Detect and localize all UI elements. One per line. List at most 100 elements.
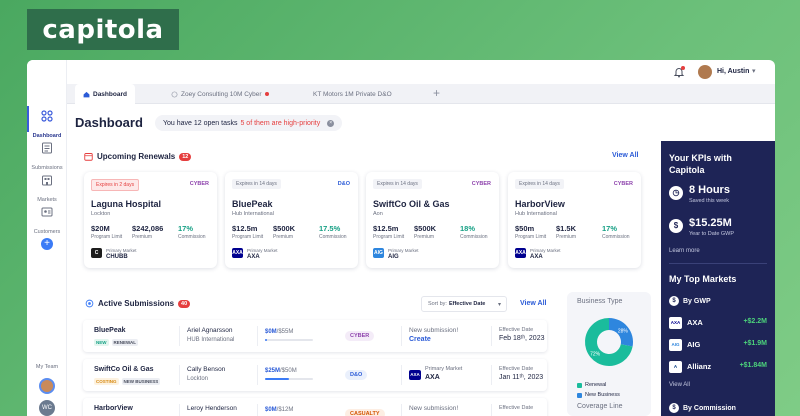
tab-zoey-consulting[interactable]: Zoey Consulting 10M Cyber [171, 84, 269, 104]
section-title-text: Active Submissions [98, 299, 175, 308]
tab-kt-motors[interactable]: KT Motors 1M Private D&O [313, 84, 392, 104]
document-list-icon [42, 142, 52, 154]
tab-label: Dashboard [93, 90, 127, 98]
line-tag: D&O [345, 370, 368, 380]
primary-market-name: AIG [388, 254, 399, 260]
business-badge: NEW BUSINESS [121, 378, 161, 385]
sort-value: Effective Date [448, 301, 486, 307]
line-tag: CYBER [189, 181, 209, 187]
market-row[interactable]: AIG AIG +$1.9M [669, 337, 767, 353]
sidebar-item-markets[interactable]: Markets [27, 174, 67, 206]
sidebar-item-submissions[interactable]: Submissions [27, 142, 67, 174]
gwp-value: $15.25M [689, 217, 732, 229]
create-link[interactable]: Create [409, 336, 431, 343]
calendar-icon [84, 153, 93, 161]
submissions-count-badge: 40 [178, 299, 191, 308]
donut-label-new-business: 72% [590, 351, 601, 357]
legend-renewal: Renewal [577, 382, 606, 388]
learn-more-link[interactable]: Learn more [669, 248, 700, 254]
market-name: AIG [687, 340, 701, 349]
market-logo: C [91, 248, 102, 258]
effective-date-value: Jan 11ᵗʰ, 2023 [499, 374, 544, 381]
submission-row[interactable]: SwiftCo Oil & Gas COSTING NEW BUSINESS Ca… [83, 359, 547, 391]
line-tag: CYBER [345, 331, 375, 341]
user-avatar[interactable] [698, 65, 712, 79]
close-icon[interactable]: × [327, 119, 335, 127]
hours-saved-label: Saved this week [689, 198, 730, 204]
contact-name: Ariel Agnarsson [187, 327, 233, 334]
market-row[interactable]: A Allianz +$1.84M [669, 359, 767, 375]
renewal-card[interactable]: Expires in 14 days CYBER SwiftCo Oil & G… [366, 172, 499, 268]
app-window: Dashboard Submissions Markets Customers … [27, 60, 775, 416]
commission: 17% Commission [602, 224, 630, 240]
dollar-icon: $ [669, 219, 683, 233]
limit-value: $0M/$55M [265, 329, 294, 335]
sidebar-item-label: Dashboard [32, 133, 62, 139]
sidebar-item-customers[interactable]: Customers [27, 206, 67, 238]
team-member-avatar[interactable]: WC [39, 400, 55, 416]
sidebar: Dashboard Submissions Markets Customers … [27, 60, 67, 416]
capitola-logo: capitola [27, 9, 179, 50]
add-button[interactable]: + [41, 238, 53, 250]
market-row[interactable]: AXA AXA +$2.2M [669, 315, 767, 331]
primary-market-label: Primary Market [388, 248, 419, 253]
coverage-line-title: Coverage Line [577, 403, 623, 410]
renewal-card[interactable]: Expires in 14 days D&O BluePeak Hub Inte… [225, 172, 358, 268]
dollar-icon: $ [669, 403, 679, 413]
chevron-down-icon[interactable]: ▾ [752, 67, 756, 75]
company-name: BluePeak [94, 327, 126, 334]
primary-market-label: Primary Market [247, 248, 278, 253]
market-logo: AXA [515, 248, 526, 258]
expiry-badge: Expires in 14 days [373, 179, 422, 189]
market-logo: AIG [373, 248, 384, 258]
building-icon [42, 175, 52, 186]
business-type-donut-chart: 28% 72% [585, 318, 633, 366]
tab-dashboard[interactable]: Dashboard [75, 84, 135, 104]
dashboard-icon [41, 110, 53, 122]
renewals-view-all-link[interactable]: View All [612, 152, 638, 159]
business-type-title: Business Type [577, 298, 623, 305]
submission-row[interactable]: HarborView Leroy Henderson $0M/$12M CASU… [83, 398, 547, 416]
status-label: New submission! [409, 327, 459, 334]
team-member-avatar[interactable] [39, 378, 55, 394]
kpi-title: Your KPIs with Capitola [669, 153, 732, 175]
expiry-badge: Expires in 14 days [232, 179, 281, 189]
premium: $500K Premium [273, 224, 296, 240]
broker-name: HUB International [187, 337, 235, 343]
submissions-view-all-link[interactable]: View All [520, 300, 546, 307]
renewal-card[interactable]: Expires in 14 days CYBER HarborView Hub … [508, 172, 641, 268]
expiry-badge: Expires in 14 days [515, 179, 564, 189]
sidebar-item-dashboard[interactable]: Dashboard [27, 110, 67, 142]
market-gwp-value: +$1.9M [743, 340, 767, 347]
broker-name: Lockton [187, 376, 209, 382]
sidebar-item-label: Markets [37, 197, 57, 203]
new-tab-button[interactable]: + [433, 86, 440, 100]
client-name: HarborView [515, 199, 565, 209]
legend-new-business: New Business [577, 392, 620, 398]
client-name: SwiftCo Oil & Gas [373, 199, 450, 209]
tasks-banner: You have 12 open tasks 5 of them are hig… [155, 115, 343, 131]
user-greeting[interactable]: Hi, Austin [717, 68, 749, 75]
effective-date-label: Effective Date [499, 366, 534, 372]
market-gwp-value: +$1.84M [739, 362, 767, 369]
tab-bar: Dashboard Zoey Consulting 10M Cyber KT M… [67, 84, 775, 104]
top-markets-title: My Top Markets [669, 274, 737, 284]
program-limit: $20M Program Limit [91, 224, 123, 240]
primary-market-label: Primary Market [425, 366, 463, 372]
by-gwp-heading: $ By GWP [669, 296, 711, 306]
unsaved-dot [264, 92, 269, 96]
limit-progress-bar [265, 339, 313, 341]
client-name: Laguna Hospital [91, 199, 162, 209]
submission-row[interactable]: BluePeak NEW RENEWAL Ariel Agnarsson HUB … [83, 320, 547, 352]
high-priority-link[interactable]: 5 of them are high-priority [240, 120, 320, 127]
primary-market-name: AXA [530, 254, 543, 260]
kpi-panel: Your KPIs with Capitola ◷ 8 Hours Saved … [661, 141, 775, 416]
broker-name: Hub International [515, 211, 557, 217]
sort-dropdown[interactable]: Sort by: Effective Date ▾ [421, 296, 507, 312]
markets-view-all-link[interactable]: View All [669, 382, 690, 388]
gwp-label: Year to Date GWP [689, 231, 735, 237]
submissions-title: Active Submissions 40 [85, 299, 191, 308]
primary-market-label: Primary Market [530, 248, 561, 253]
renewal-card[interactable]: Expires in 2 days CYBER Laguna Hospital … [84, 172, 217, 268]
top-bar: Hi, Austin ▾ [67, 60, 775, 84]
